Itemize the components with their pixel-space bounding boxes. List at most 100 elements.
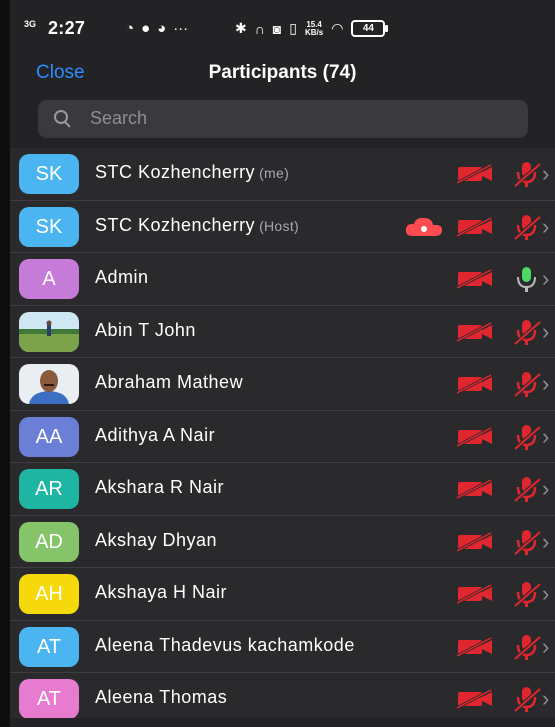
participants-screen: 3G 2:27 ◔ ● ◕ ··· ✱ ∩ ◙ ▯ 15.4 KB/s ◠ 44 … — [0, 0, 555, 727]
notification-icons: ◔ ● ◕ ··· — [125, 20, 188, 37]
participant-name-text: STC Kozhencherry — [95, 162, 256, 182]
participant-name-text: Akshay Dhyan — [95, 529, 218, 550]
battery-icon: 44 — [351, 20, 389, 37]
chevron-right-icon[interactable]: › — [542, 161, 549, 187]
participant-role-tag: (Host) — [259, 217, 299, 234]
headphones-icon: ∩ — [254, 20, 265, 37]
mic-muted-icon — [512, 633, 542, 666]
chevron-right-icon[interactable]: › — [542, 319, 549, 345]
participant-name-text: Akshara R Nair — [95, 477, 225, 497]
avatar: AA — [19, 416, 79, 457]
nav-bar: Participants (74) Close — [10, 56, 555, 92]
video-off-icon — [456, 216, 493, 242]
wifi-icon: ◠ — [331, 20, 344, 36]
participant-row[interactable]: AR Akshara R Nair › — [10, 463, 555, 516]
participant-name-text: Aleena Thomas — [95, 687, 228, 707]
video-off-icon — [456, 688, 493, 714]
vibrate-icon: ▯ — [289, 20, 297, 36]
participant-name: Adithya A Nair — [95, 425, 215, 446]
avatar: SK — [19, 154, 79, 194]
participant-row[interactable]: AD Akshay Dhyan › — [10, 516, 555, 568]
chevron-right-icon[interactable]: › — [542, 214, 549, 240]
mic-muted-icon — [512, 580, 542, 613]
chevron-right-icon[interactable]: › — [542, 634, 549, 660]
participant-name-text: Adithya A Nair — [95, 424, 216, 445]
avatar: A — [19, 259, 79, 299]
whatsapp-icon: ◔ — [125, 20, 135, 37]
participant-name: Akshaya H Nair — [95, 582, 227, 603]
participant-row[interactable]: SK STC Kozhencherry (Host) › — [10, 201, 555, 253]
close-button[interactable]: Close — [36, 62, 85, 84]
mic-muted-icon — [512, 160, 542, 193]
search-bar — [10, 92, 555, 148]
video-off-icon — [456, 531, 493, 557]
chevron-right-icon[interactable]: › — [542, 424, 549, 450]
participant-name: STC Kozhencherry (me) — [95, 162, 289, 183]
participant-list: SK STC Kozhencherry (me) › SK STC Kozhencherr… — [10, 148, 555, 726]
participant-name: Akshara R Nair — [95, 477, 224, 498]
page-title: Participants (74) — [208, 62, 357, 83]
cloud-recording-icon — [405, 217, 443, 242]
participant-name: STC Kozhencherry (Host) — [95, 215, 299, 236]
mic-muted-icon — [512, 685, 542, 718]
participant-row[interactable]: SK STC Kozhencherry (me) › — [10, 148, 555, 201]
video-off-icon — [456, 268, 493, 294]
participant-name: Abraham Mathew — [95, 372, 243, 393]
alarm-icon: ◙ — [272, 20, 282, 37]
participant-name: Aleena Thadevus kachamkode — [95, 635, 355, 656]
network-speed: 15.4 KB/s — [304, 19, 324, 37]
chat-icon: ● — [141, 20, 151, 37]
participant-role-tag: (me) — [259, 165, 290, 181]
mic-muted-icon — [512, 528, 542, 561]
system-icons: ✱ ∩ ◙ ▯ 15.4 KB/s ◠ 44 — [235, 19, 389, 37]
video-off-icon — [456, 583, 493, 609]
video-off-icon — [456, 636, 493, 662]
participant-name-text: Admin — [95, 267, 149, 287]
chevron-right-icon[interactable]: › — [542, 476, 549, 502]
chevron-right-icon[interactable]: › — [542, 266, 549, 292]
mic-muted-icon — [512, 423, 542, 456]
search-icon — [54, 110, 68, 124]
search-box[interactable] — [38, 100, 528, 138]
participant-row[interactable]: A Admin › — [10, 253, 555, 306]
participant-row[interactable]: AA Adithya A Nair › — [10, 411, 555, 463]
chevron-right-icon[interactable]: › — [542, 686, 549, 712]
chevron-right-icon[interactable]: › — [542, 529, 549, 555]
network-type: 3G — [24, 19, 37, 29]
participant-name: Akshay Dhyan — [95, 530, 217, 551]
status-time: 2:27 — [48, 18, 86, 38]
participant-row[interactable]: Abraham Mathew › — [10, 358, 555, 411]
avatar: AR — [19, 469, 79, 509]
bottom-bar — [10, 718, 555, 727]
screen-edge — [0, 0, 10, 727]
participant-row[interactable]: AH Akshaya H Nair › — [10, 568, 555, 621]
avatar: AT — [19, 679, 79, 719]
chevron-right-icon[interactable]: › — [542, 371, 549, 397]
video-off-icon — [456, 163, 493, 189]
mic-muted-icon — [512, 318, 542, 351]
participant-name-text: Abraham Mathew — [95, 372, 244, 392]
mic-muted-icon — [512, 475, 542, 508]
participant-row[interactable]: AT Aleena Thadevus kachamkode › — [10, 621, 555, 673]
avatar: AT — [19, 626, 79, 667]
participant-name-text: Akshaya H Nair — [95, 582, 228, 602]
avatar — [19, 311, 79, 352]
chevron-right-icon[interactable]: › — [542, 581, 549, 607]
video-off-icon — [456, 426, 493, 452]
mic-on-icon — [512, 265, 542, 298]
messenger-icon: ◕ — [157, 20, 167, 37]
avatar: SK — [19, 206, 79, 247]
mic-muted-icon — [512, 370, 542, 403]
avatar: AH — [19, 574, 79, 614]
video-off-icon — [456, 373, 493, 399]
participant-name-text: Aleena Thadevus kachamkode — [95, 634, 355, 655]
participant-row[interactable]: Abin T John › — [10, 306, 555, 358]
search-input[interactable] — [90, 108, 490, 129]
status-bar: 3G 2:27 ◔ ● ◕ ··· ✱ ∩ ◙ ▯ 15.4 KB/s ◠ 44 — [10, 0, 555, 56]
more-icon: ··· — [173, 20, 189, 37]
participant-name-text: STC Kozhencherry — [95, 214, 256, 235]
mic-muted-icon — [512, 213, 542, 246]
bluetooth-icon: ✱ — [235, 20, 247, 36]
participant-name-text: Abin T John — [95, 319, 196, 340]
participant-name: Admin — [95, 267, 149, 288]
